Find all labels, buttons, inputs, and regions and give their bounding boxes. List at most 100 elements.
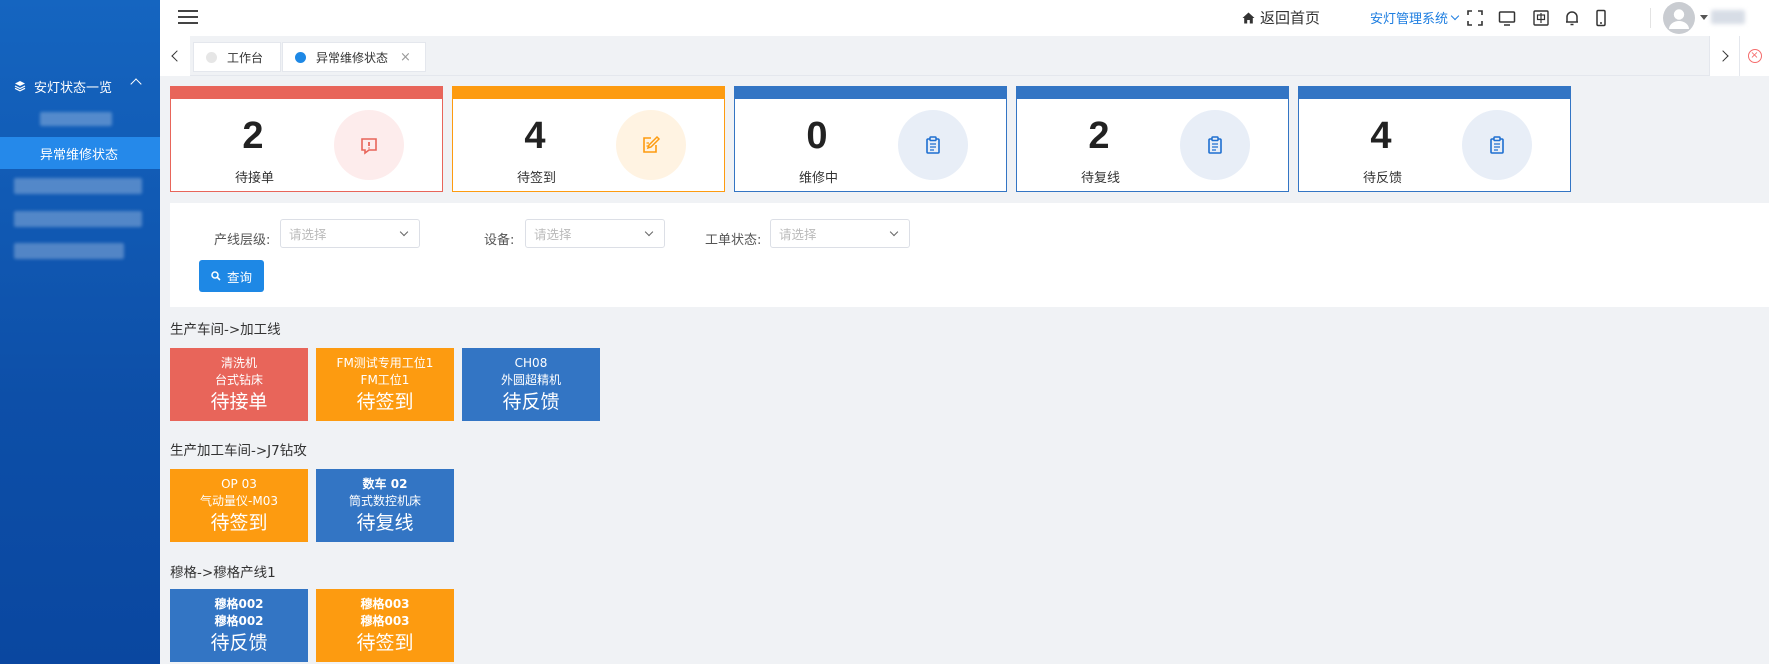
tile-device: FM工位1	[360, 373, 410, 387]
tabs-bar: 工作台 异常维修状态 × ×	[160, 36, 1769, 76]
home-link[interactable]: 返回首页	[1242, 7, 1320, 28]
chevron-down-icon	[644, 227, 654, 237]
tabs-scroll-left-button[interactable]	[160, 36, 190, 76]
chevron-down-icon	[1450, 11, 1460, 21]
tab-workbench[interactable]: 工作台	[193, 42, 281, 72]
home-icon	[1242, 12, 1255, 23]
device-tile[interactable]: OP 03 气动量仪-M03 待签到	[170, 469, 308, 542]
home-link-label: 返回首页	[1260, 9, 1321, 27]
stat-label: 待签到	[517, 171, 557, 186]
avatar[interactable]	[1663, 2, 1695, 34]
device-select[interactable]: 请选择	[525, 219, 665, 248]
stat-icon-circle	[334, 110, 404, 180]
header-divider	[1650, 8, 1651, 28]
close-all-tabs-button[interactable]: ×	[1739, 36, 1769, 76]
tab-status-dot	[206, 51, 217, 63]
tile-status: 待反馈	[210, 632, 268, 654]
chevron-right-icon	[1716, 50, 1729, 62]
sidebar-group-andon-status[interactable]: 安灯状态一览	[0, 74, 160, 98]
language-icon[interactable]	[1532, 9, 1550, 27]
hamburger-menu-icon[interactable]	[178, 10, 198, 26]
line-level-select[interactable]: 请选择	[280, 219, 420, 248]
device-tile[interactable]: 穆格002 穆格002 待反馈	[170, 589, 308, 662]
stat-card-color-bar	[170, 86, 443, 99]
stat-label: 待复线	[1081, 171, 1121, 186]
stat-card-pending-reline[interactable]: 2 待复线	[1016, 86, 1289, 192]
bell-icon[interactable]	[1563, 9, 1581, 27]
monitor-icon[interactable]	[1498, 9, 1516, 27]
stat-label: 待接单	[235, 171, 275, 186]
mobile-icon[interactable]	[1592, 9, 1610, 27]
stat-card-repairing[interactable]: 0 维修中	[734, 86, 1007, 192]
line-level-label: 产线层级:	[214, 233, 271, 248]
tile-status: 待复线	[356, 512, 414, 534]
fullscreen-icon[interactable]	[1466, 9, 1484, 27]
sidebar-item-label: 异常维修状态	[40, 147, 119, 163]
stat-label: 待反馈	[1363, 171, 1403, 186]
stat-icon-circle	[1180, 110, 1250, 180]
tile-station: 数车 02	[362, 477, 408, 491]
sidebar: 安灯状态一览 异常维修状态	[0, 0, 160, 664]
tile-status: 待反馈	[502, 391, 560, 413]
layers-icon	[14, 81, 26, 92]
sidebar-item-redacted[interactable]	[40, 112, 112, 126]
select-placeholder: 请选择	[779, 227, 817, 242]
device-tile[interactable]: FM测试专用工位1 FM工位1 待签到	[316, 348, 454, 421]
sidebar-item-abnormal-repair[interactable]: 异常维修状态	[0, 137, 160, 169]
tab-label: 异常维修状态	[316, 50, 389, 65]
stat-icon-circle	[616, 110, 686, 180]
stat-value: 2	[242, 115, 264, 157]
device-tile[interactable]: 数车 02 筒式数控机床 待复线	[316, 469, 454, 542]
filter-panel: 产线层级: 请选择 设备: 请选择 工单状态: 请选择 查询	[170, 203, 1769, 307]
stat-card-color-bar	[452, 86, 725, 99]
chevron-up-icon[interactable]	[130, 78, 142, 90]
tile-device: 筒式数控机床	[348, 494, 421, 508]
select-placeholder: 请选择	[289, 227, 327, 242]
stat-value: 0	[806, 115, 828, 157]
sidebar-group-label: 安灯状态一览	[34, 80, 113, 96]
user-icon	[1669, 9, 1689, 29]
username-redacted	[1711, 10, 1745, 24]
group-title: 生产加工车间->J7钻攻	[170, 443, 307, 459]
stat-card-color-bar	[1016, 86, 1289, 99]
order-status-label: 工单状态:	[705, 233, 762, 248]
select-placeholder: 请选择	[534, 227, 572, 242]
sidebar-item-redacted[interactable]	[14, 211, 142, 227]
tile-device: 台式钻床	[214, 373, 263, 387]
stat-icon-circle	[1462, 110, 1532, 180]
system-switcher-label: 安灯管理系统	[1370, 12, 1449, 27]
tile-device: 气动量仪-M03	[200, 494, 278, 508]
device-tile[interactable]: 清洗机 台式钻床 待接单	[170, 348, 308, 421]
device-tile[interactable]: CH08 外圆超精机 待反馈	[462, 348, 600, 421]
stat-label: 维修中	[799, 171, 839, 186]
system-switcher[interactable]: 安灯管理系统	[1370, 8, 1460, 27]
stat-card-pending-accept[interactable]: 2 待接单	[170, 86, 443, 192]
group-title: 穆格->穆格产线1	[170, 565, 276, 581]
chevron-down-icon	[399, 227, 409, 237]
tabs-scroll-right-button[interactable]	[1709, 36, 1739, 76]
device-tile[interactable]: 穆格003 穆格003 待签到	[316, 589, 454, 662]
tile-station: 清洗机	[220, 356, 257, 370]
query-button[interactable]: 查询	[199, 260, 264, 292]
tile-station: FM测试专用工位1	[336, 356, 434, 370]
device-label: 设备:	[484, 233, 515, 248]
sidebar-item-redacted[interactable]	[14, 243, 124, 259]
tile-device: 穆格002	[214, 614, 264, 628]
tile-station: OP 03	[221, 477, 257, 491]
stat-card-pending-feedback[interactable]: 4 待反馈	[1298, 86, 1571, 192]
clipboard-icon	[926, 136, 940, 154]
sidebar-item-redacted[interactable]	[14, 178, 142, 194]
order-status-select[interactable]: 请选择	[770, 219, 910, 248]
tile-station: 穆格002	[214, 597, 264, 611]
stat-value: 4	[524, 115, 546, 157]
close-icon[interactable]: ×	[400, 50, 411, 65]
clipboard-icon	[1490, 136, 1504, 154]
tab-label: 工作台	[227, 50, 264, 65]
tile-status: 待签到	[210, 512, 268, 534]
tile-status: 待接单	[210, 391, 268, 413]
tab-abnormal-repair[interactable]: 异常维修状态 ×	[282, 42, 426, 72]
caret-down-icon[interactable]	[1700, 15, 1708, 20]
stat-icon-circle	[898, 110, 968, 180]
stat-card-pending-signin[interactable]: 4 待签到	[452, 86, 725, 192]
close-circle-icon: ×	[1747, 49, 1762, 63]
